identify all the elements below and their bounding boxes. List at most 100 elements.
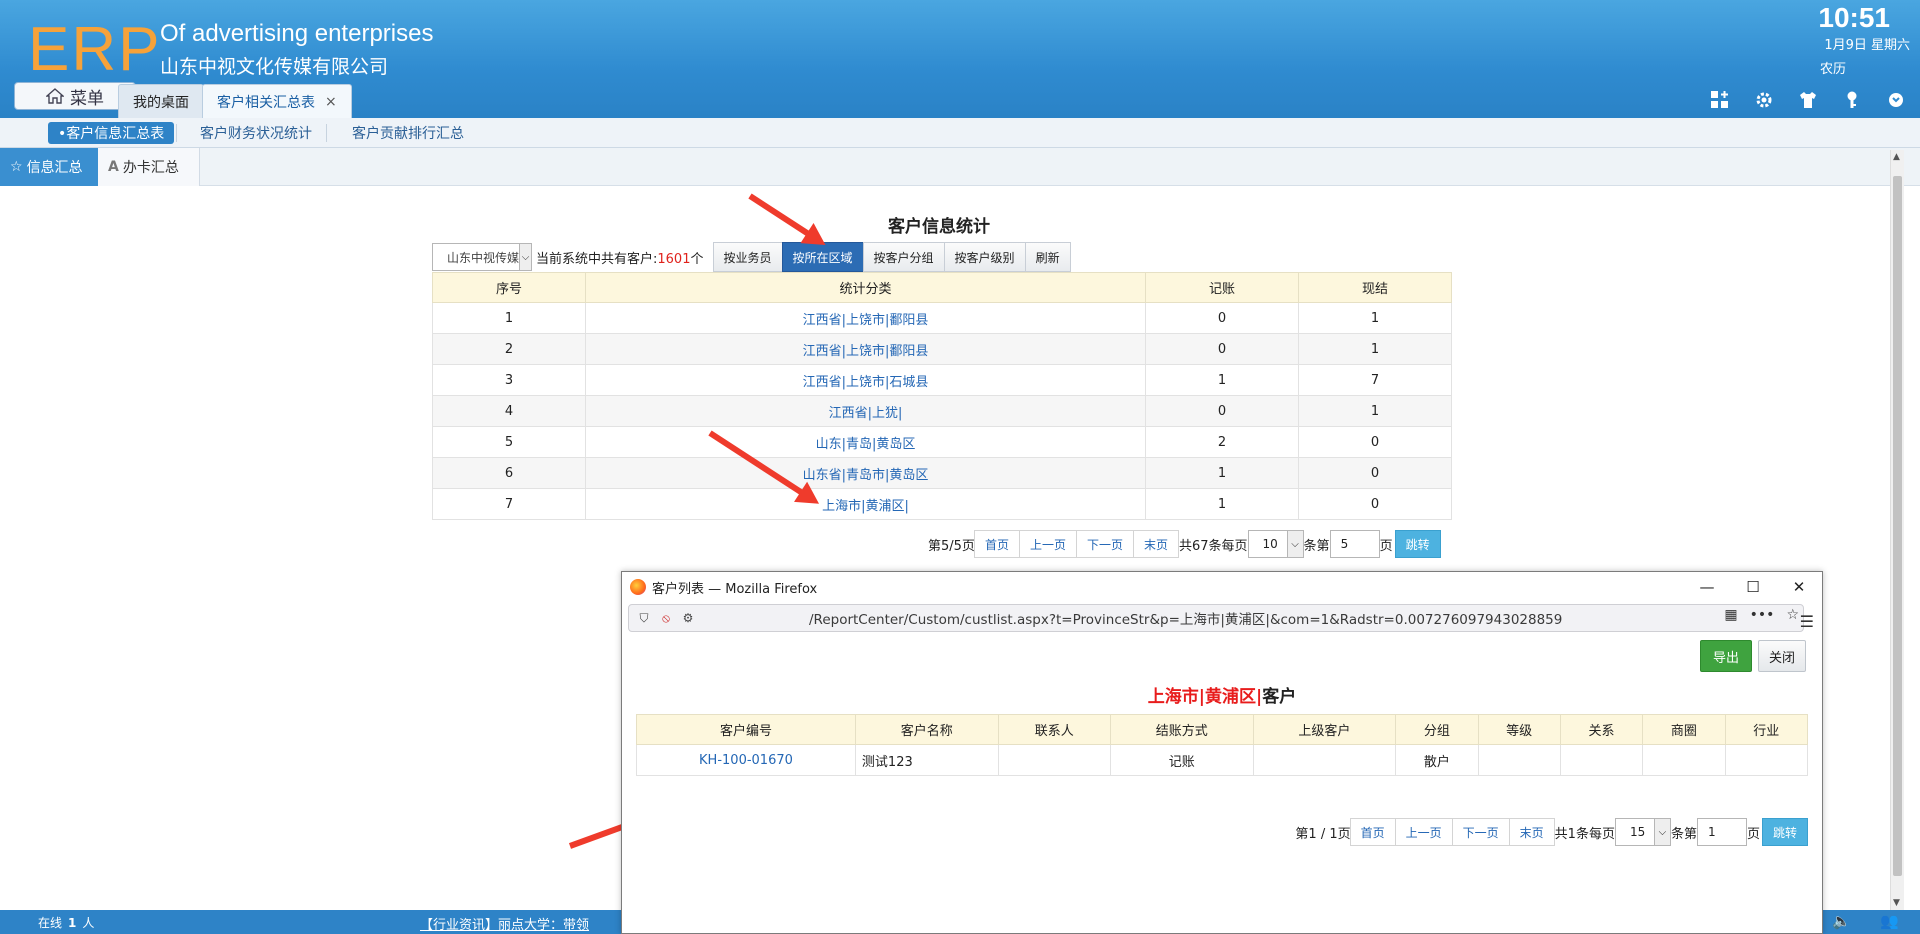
- category-cell[interactable]: 江西省|上饶市|石城县: [585, 364, 1146, 396]
- region-link[interactable]: 江西省|上饶市|鄱阳县: [803, 313, 929, 328]
- tab-info-summary[interactable]: ☆ 信息汇总: [0, 148, 98, 186]
- region-link[interactable]: 山东|青岛|黄岛区: [816, 437, 916, 452]
- power-icon[interactable]: [1882, 86, 1910, 114]
- column-header[interactable]: 联系人: [997, 714, 1111, 745]
- column-header[interactable]: 序号: [432, 272, 586, 303]
- speaker-icon[interactable]: 🔈: [1832, 912, 1851, 930]
- region-link[interactable]: 上海市|黄浦区|: [822, 499, 909, 514]
- credit-count-cell: 0: [1145, 333, 1299, 365]
- subnav-customer-finance[interactable]: 客户财务状况统计: [190, 122, 322, 144]
- customer-code-link[interactable]: KH-100-01670: [699, 753, 793, 768]
- company-select[interactable]: 山东中视传媒 ⌵: [432, 243, 532, 271]
- region-link[interactable]: 江西省|上饶市|鄱阳县: [803, 344, 929, 359]
- last-page-button[interactable]: 末页: [1508, 818, 1555, 846]
- column-header[interactable]: 客户名称: [854, 714, 999, 745]
- column-header[interactable]: 商圈: [1642, 714, 1726, 745]
- scroll-down-icon[interactable]: ▼: [1893, 898, 1900, 908]
- category-cell[interactable]: 山东|青岛|黄岛区: [585, 426, 1146, 458]
- category-cell[interactable]: 上海市|黄浦区|: [585, 488, 1146, 520]
- close-button[interactable]: 关闭: [1757, 640, 1806, 672]
- more-icon[interactable]: •••: [1750, 607, 1775, 623]
- column-header[interactable]: 等级: [1477, 714, 1561, 745]
- column-header[interactable]: 结账方式: [1109, 714, 1254, 745]
- customer-code-cell[interactable]: KH-100-01670: [636, 744, 856, 776]
- goto-button[interactable]: 跳转: [1761, 818, 1808, 846]
- gear-icon[interactable]: [1750, 86, 1778, 114]
- bookmark-star-icon[interactable]: ☆: [1786, 607, 1799, 623]
- hamburger-menu-icon[interactable]: ☰: [1800, 612, 1814, 631]
- page-scrollbar[interactable]: ▲ ▼: [1890, 150, 1904, 910]
- first-page-button[interactable]: 首页: [1349, 818, 1396, 846]
- tab-my-desktop[interactable]: 我的桌面: [118, 84, 204, 118]
- prev-page-button[interactable]: 上一页: [1394, 818, 1453, 846]
- column-header[interactable]: 客户编号: [636, 714, 856, 745]
- table-row[interactable]: KH-100-01670 测试123 记账 散户: [636, 744, 1809, 776]
- maximize-icon[interactable]: ☐: [1730, 572, 1776, 602]
- scroll-up-icon[interactable]: ▲: [1893, 152, 1900, 162]
- table-row[interactable]: 2 江西省|上饶市|鄱阳县 0 1: [432, 333, 1452, 365]
- page-size-select[interactable]: 15 ⌵: [1614, 818, 1671, 846]
- permissions-icon[interactable]: ⚙: [677, 607, 699, 629]
- column-header[interactable]: 分组: [1395, 714, 1479, 745]
- column-header[interactable]: 行业: [1724, 714, 1809, 745]
- column-header[interactable]: 上级客户: [1252, 714, 1397, 745]
- table-row[interactable]: 4 江西省|上犹| 0 1: [432, 395, 1452, 427]
- minimize-icon[interactable]: —: [1684, 572, 1730, 602]
- last-page-button[interactable]: 末页: [1132, 530, 1179, 558]
- goto-page-input[interactable]: 1: [1696, 818, 1747, 846]
- first-page-button[interactable]: 首页: [973, 530, 1020, 558]
- category-cell[interactable]: 江西省|上饶市|鄱阳县: [585, 302, 1146, 334]
- credit-count-cell: 1: [1145, 364, 1299, 396]
- url-actions: ▦ ••• ☆: [1724, 607, 1799, 623]
- column-header[interactable]: 记账: [1145, 272, 1299, 303]
- shield-icon[interactable]: ⛉: [633, 607, 655, 629]
- close-window-icon[interactable]: ✕: [1776, 572, 1822, 602]
- column-header[interactable]: 关系: [1559, 714, 1644, 745]
- users-icon[interactable]: 👥: [1880, 912, 1899, 930]
- goto-button[interactable]: 跳转: [1394, 530, 1441, 558]
- column-header[interactable]: 现结: [1298, 272, 1452, 303]
- qr-code-icon[interactable]: ▦: [1724, 607, 1737, 623]
- app-title: Of advertising enterprises: [160, 20, 434, 47]
- region-link[interactable]: 山东省|青岛市|黄岛区: [803, 468, 929, 483]
- table-row[interactable]: 3 江西省|上饶市|石城县 1 7: [432, 364, 1452, 396]
- by-group-button[interactable]: 按客户分组: [862, 242, 945, 272]
- goto-page-input[interactable]: 5: [1329, 530, 1380, 558]
- popup-actions: 导出 关闭: [1699, 640, 1806, 672]
- category-cell[interactable]: 江西省|上饶市|鄱阳县: [585, 333, 1146, 365]
- page-size-select[interactable]: 10 ⌵: [1247, 530, 1304, 558]
- grid-add-icon[interactable]: [1706, 86, 1734, 114]
- next-page-button[interactable]: 下一页: [1075, 530, 1134, 558]
- by-salesperson-button[interactable]: 按业务员: [712, 242, 783, 272]
- category-cell[interactable]: 江西省|上犹|: [585, 395, 1146, 427]
- star-icon: ☆: [10, 159, 23, 175]
- column-header[interactable]: 统计分类: [585, 272, 1146, 303]
- url-text[interactable]: /ReportCenter/Custom/custlist.aspx?t=Pro…: [809, 608, 1669, 628]
- news-ticker[interactable]: 【行业资讯】丽点大学：带领: [420, 914, 620, 933]
- table-row[interactable]: 7 上海市|黄浦区| 1 0: [432, 488, 1452, 520]
- window-titlebar[interactable]: 客户列表 — Mozilla Firefox — ☐ ✕: [622, 572, 1822, 602]
- table-row[interactable]: 1 江西省|上饶市|鄱阳县 0 1: [432, 302, 1452, 334]
- export-button[interactable]: 导出: [1699, 640, 1752, 672]
- address-bar[interactable]: ⛉ ⦸ ⚙ /ReportCenter/Custom/custlist.aspx…: [628, 604, 1804, 632]
- tab-card-summary[interactable]: A 办卡汇总: [98, 148, 200, 186]
- subnav-customer-info-summary[interactable]: •客户信息汇总表: [48, 122, 175, 144]
- region-link[interactable]: 江西省|上饶市|石城县: [803, 375, 929, 390]
- scroll-thumb[interactable]: [1893, 176, 1902, 876]
- shirt-icon[interactable]: [1794, 86, 1822, 114]
- subnav-customer-contribution[interactable]: 客户贡献排行汇总: [342, 122, 474, 144]
- tab-customer-summary[interactable]: 客户相关汇总表 ×: [202, 84, 352, 118]
- group-cell: 散户: [1395, 744, 1479, 776]
- tab-close-icon[interactable]: ×: [325, 94, 337, 110]
- refresh-button[interactable]: 刷新: [1024, 242, 1071, 272]
- region-link[interactable]: 江西省|上犹|: [829, 406, 903, 421]
- mic-off-icon[interactable]: ⦸: [655, 607, 677, 629]
- prev-page-button[interactable]: 上一页: [1018, 530, 1077, 558]
- key-icon[interactable]: [1838, 86, 1866, 114]
- chevron-down-icon: ⌵: [1653, 819, 1670, 845]
- next-page-button[interactable]: 下一页: [1451, 818, 1510, 846]
- by-level-button[interactable]: 按客户级别: [943, 242, 1026, 272]
- table-row[interactable]: 5 山东|青岛|黄岛区 2 0: [432, 426, 1452, 458]
- table-row[interactable]: 6 山东省|青岛市|黄岛区 1 0: [432, 457, 1452, 489]
- category-cell[interactable]: 山东省|青岛市|黄岛区: [585, 457, 1146, 489]
